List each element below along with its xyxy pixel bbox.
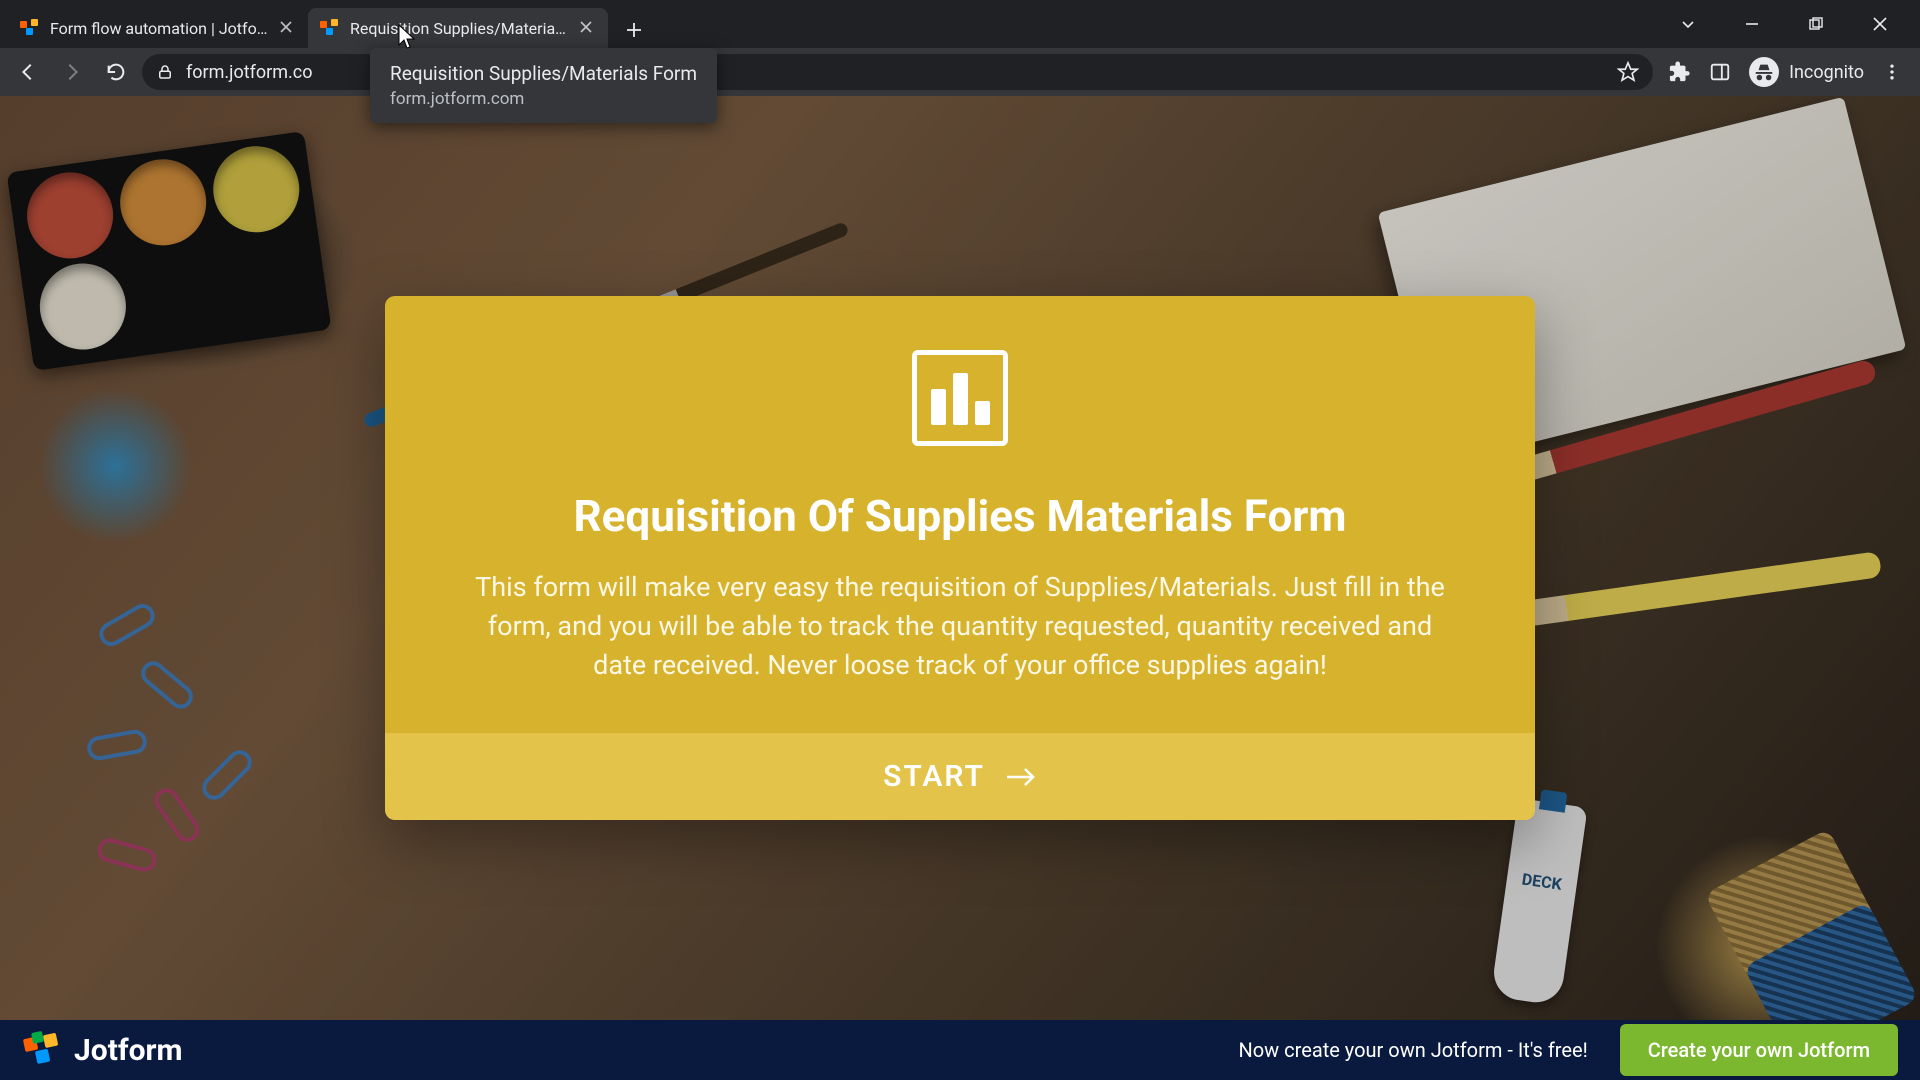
incognito-icon (1749, 57, 1779, 87)
star-icon[interactable] (1617, 61, 1639, 83)
forward-button[interactable] (54, 54, 90, 90)
lock-icon[interactable] (156, 63, 174, 81)
close-icon[interactable] (278, 19, 296, 37)
tab-strip: Form flow automation | Jotform Requisiti… (8, 0, 652, 48)
browser-toolbar: form.jotform.co Incognito (0, 48, 1920, 96)
form-welcome-card: Requisition Of Supplies Materials Form T… (385, 296, 1535, 820)
arrow-right-icon (1005, 765, 1037, 789)
tooltip-title: Requisition Supplies/Materials Form (390, 62, 697, 85)
decor-paperclips (77, 613, 337, 913)
close-icon[interactable] (578, 19, 596, 37)
start-label: START (883, 759, 985, 794)
page-content: Requisition Of Supplies Materials Form T… (0, 96, 1920, 1020)
form-description: This form will make very easy the requis… (460, 568, 1460, 685)
incognito-indicator[interactable]: Incognito (1749, 57, 1864, 87)
incognito-label: Incognito (1789, 62, 1864, 83)
tooltip-url: form.jotform.com (390, 89, 697, 109)
create-jotform-button[interactable]: Create your own Jotform (1620, 1024, 1898, 1076)
browser-titlebar: Form flow automation | Jotform Requisiti… (0, 0, 1920, 48)
side-panel-icon[interactable] (1709, 61, 1731, 83)
jotform-logo-icon (22, 1030, 62, 1070)
tab-tooltip: Requisition Supplies/Materials Form form… (370, 48, 717, 123)
back-button[interactable] (10, 54, 46, 90)
decor-pencil-yellow (1522, 552, 1882, 628)
start-button[interactable]: START (385, 733, 1535, 820)
footer-message: Now create your own Jotform - It's free! (1238, 1038, 1587, 1062)
cta-label: Create your own Jotform (1648, 1038, 1870, 1062)
tab-title: Requisition Supplies/Materials Fo (350, 19, 568, 38)
menu-icon[interactable] (1882, 62, 1902, 82)
new-tab-button[interactable] (616, 12, 652, 48)
jotform-brand-text: Jotform (74, 1033, 183, 1068)
close-button[interactable] (1860, 8, 1900, 40)
decor-palette (7, 132, 332, 372)
tab-requisition-form[interactable]: Requisition Supplies/Materials Fo (308, 8, 608, 48)
minimize-button[interactable] (1732, 8, 1772, 40)
reload-button[interactable] (98, 54, 134, 90)
window-controls (1668, 8, 1912, 40)
tab-form-flow-automation[interactable]: Form flow automation | Jotform (8, 8, 308, 48)
tab-title: Form flow automation | Jotform (50, 19, 268, 38)
extensions-icon[interactable] (1669, 61, 1691, 83)
bar-chart-icon (912, 350, 1008, 446)
jotform-logo[interactable]: Jotform (22, 1030, 183, 1070)
decor-paint-tube (1491, 798, 1588, 1006)
address-bar[interactable]: form.jotform.co (142, 54, 1653, 90)
chevron-down-icon[interactable] (1668, 8, 1708, 40)
card-body: Requisition Of Supplies Materials Form T… (385, 296, 1535, 733)
jotform-footer: Jotform Now create your own Jotform - It… (0, 1020, 1920, 1080)
jotform-favicon-icon (320, 18, 340, 38)
jotform-favicon-icon (20, 18, 40, 38)
maximize-button[interactable] (1796, 8, 1836, 40)
form-title: Requisition Of Supplies Materials Form (445, 490, 1475, 542)
